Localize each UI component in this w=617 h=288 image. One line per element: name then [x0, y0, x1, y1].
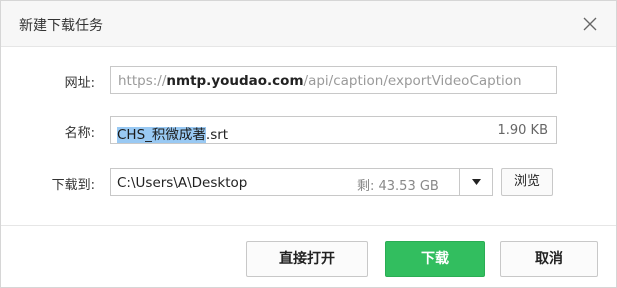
- url-prefix: https://: [118, 73, 167, 89]
- footer-divider: [1, 225, 616, 226]
- triangle-down-icon: [472, 179, 481, 185]
- url-path: /api/caption/exportVideoCaption: [303, 73, 522, 89]
- close-button[interactable]: [578, 13, 602, 35]
- browse-button[interactable]: 浏览: [501, 168, 553, 196]
- download-button[interactable]: 下载: [385, 241, 485, 277]
- close-icon: [583, 17, 597, 31]
- url-host: nmtp.youdao.com: [166, 73, 304, 89]
- free-space-text: 剩: 43.53 GB: [357, 179, 439, 194]
- open-directly-button[interactable]: 直接打开: [246, 241, 368, 277]
- url-text: https://nmtp.youdao.com/api/caption/expo…: [118, 73, 552, 89]
- dialog-title: 新建下载任务: [19, 18, 103, 34]
- filename-field[interactable]: CHS_积微成著.srt 1.90 KB: [110, 116, 557, 144]
- path-dropdown-button[interactable]: [459, 168, 493, 196]
- filename-extension: .srt: [205, 127, 229, 143]
- save-to-label: 下载到:: [51, 178, 95, 193]
- new-download-dialog: 新建下载任务 网址: https://nmtp.youdao.com/api/c…: [0, 0, 617, 288]
- filename-selected-text: CHS_积微成著: [117, 127, 206, 143]
- url-field[interactable]: https://nmtp.youdao.com/api/caption/expo…: [110, 66, 557, 94]
- filename-text: CHS_积微成著.srt: [117, 123, 228, 143]
- save-path-field[interactable]: C:\Users\A\Desktop 剩: 43.53 GB: [110, 168, 493, 196]
- title-bar[interactable]: 新建下载任务: [1, 1, 616, 47]
- file-size: 1.90 KB: [497, 123, 548, 138]
- url-label: 网址:: [64, 76, 95, 91]
- cancel-button[interactable]: 取消: [500, 241, 598, 277]
- save-path-text: C:\Users\A\Desktop: [117, 175, 248, 191]
- name-label: 名称:: [64, 126, 95, 141]
